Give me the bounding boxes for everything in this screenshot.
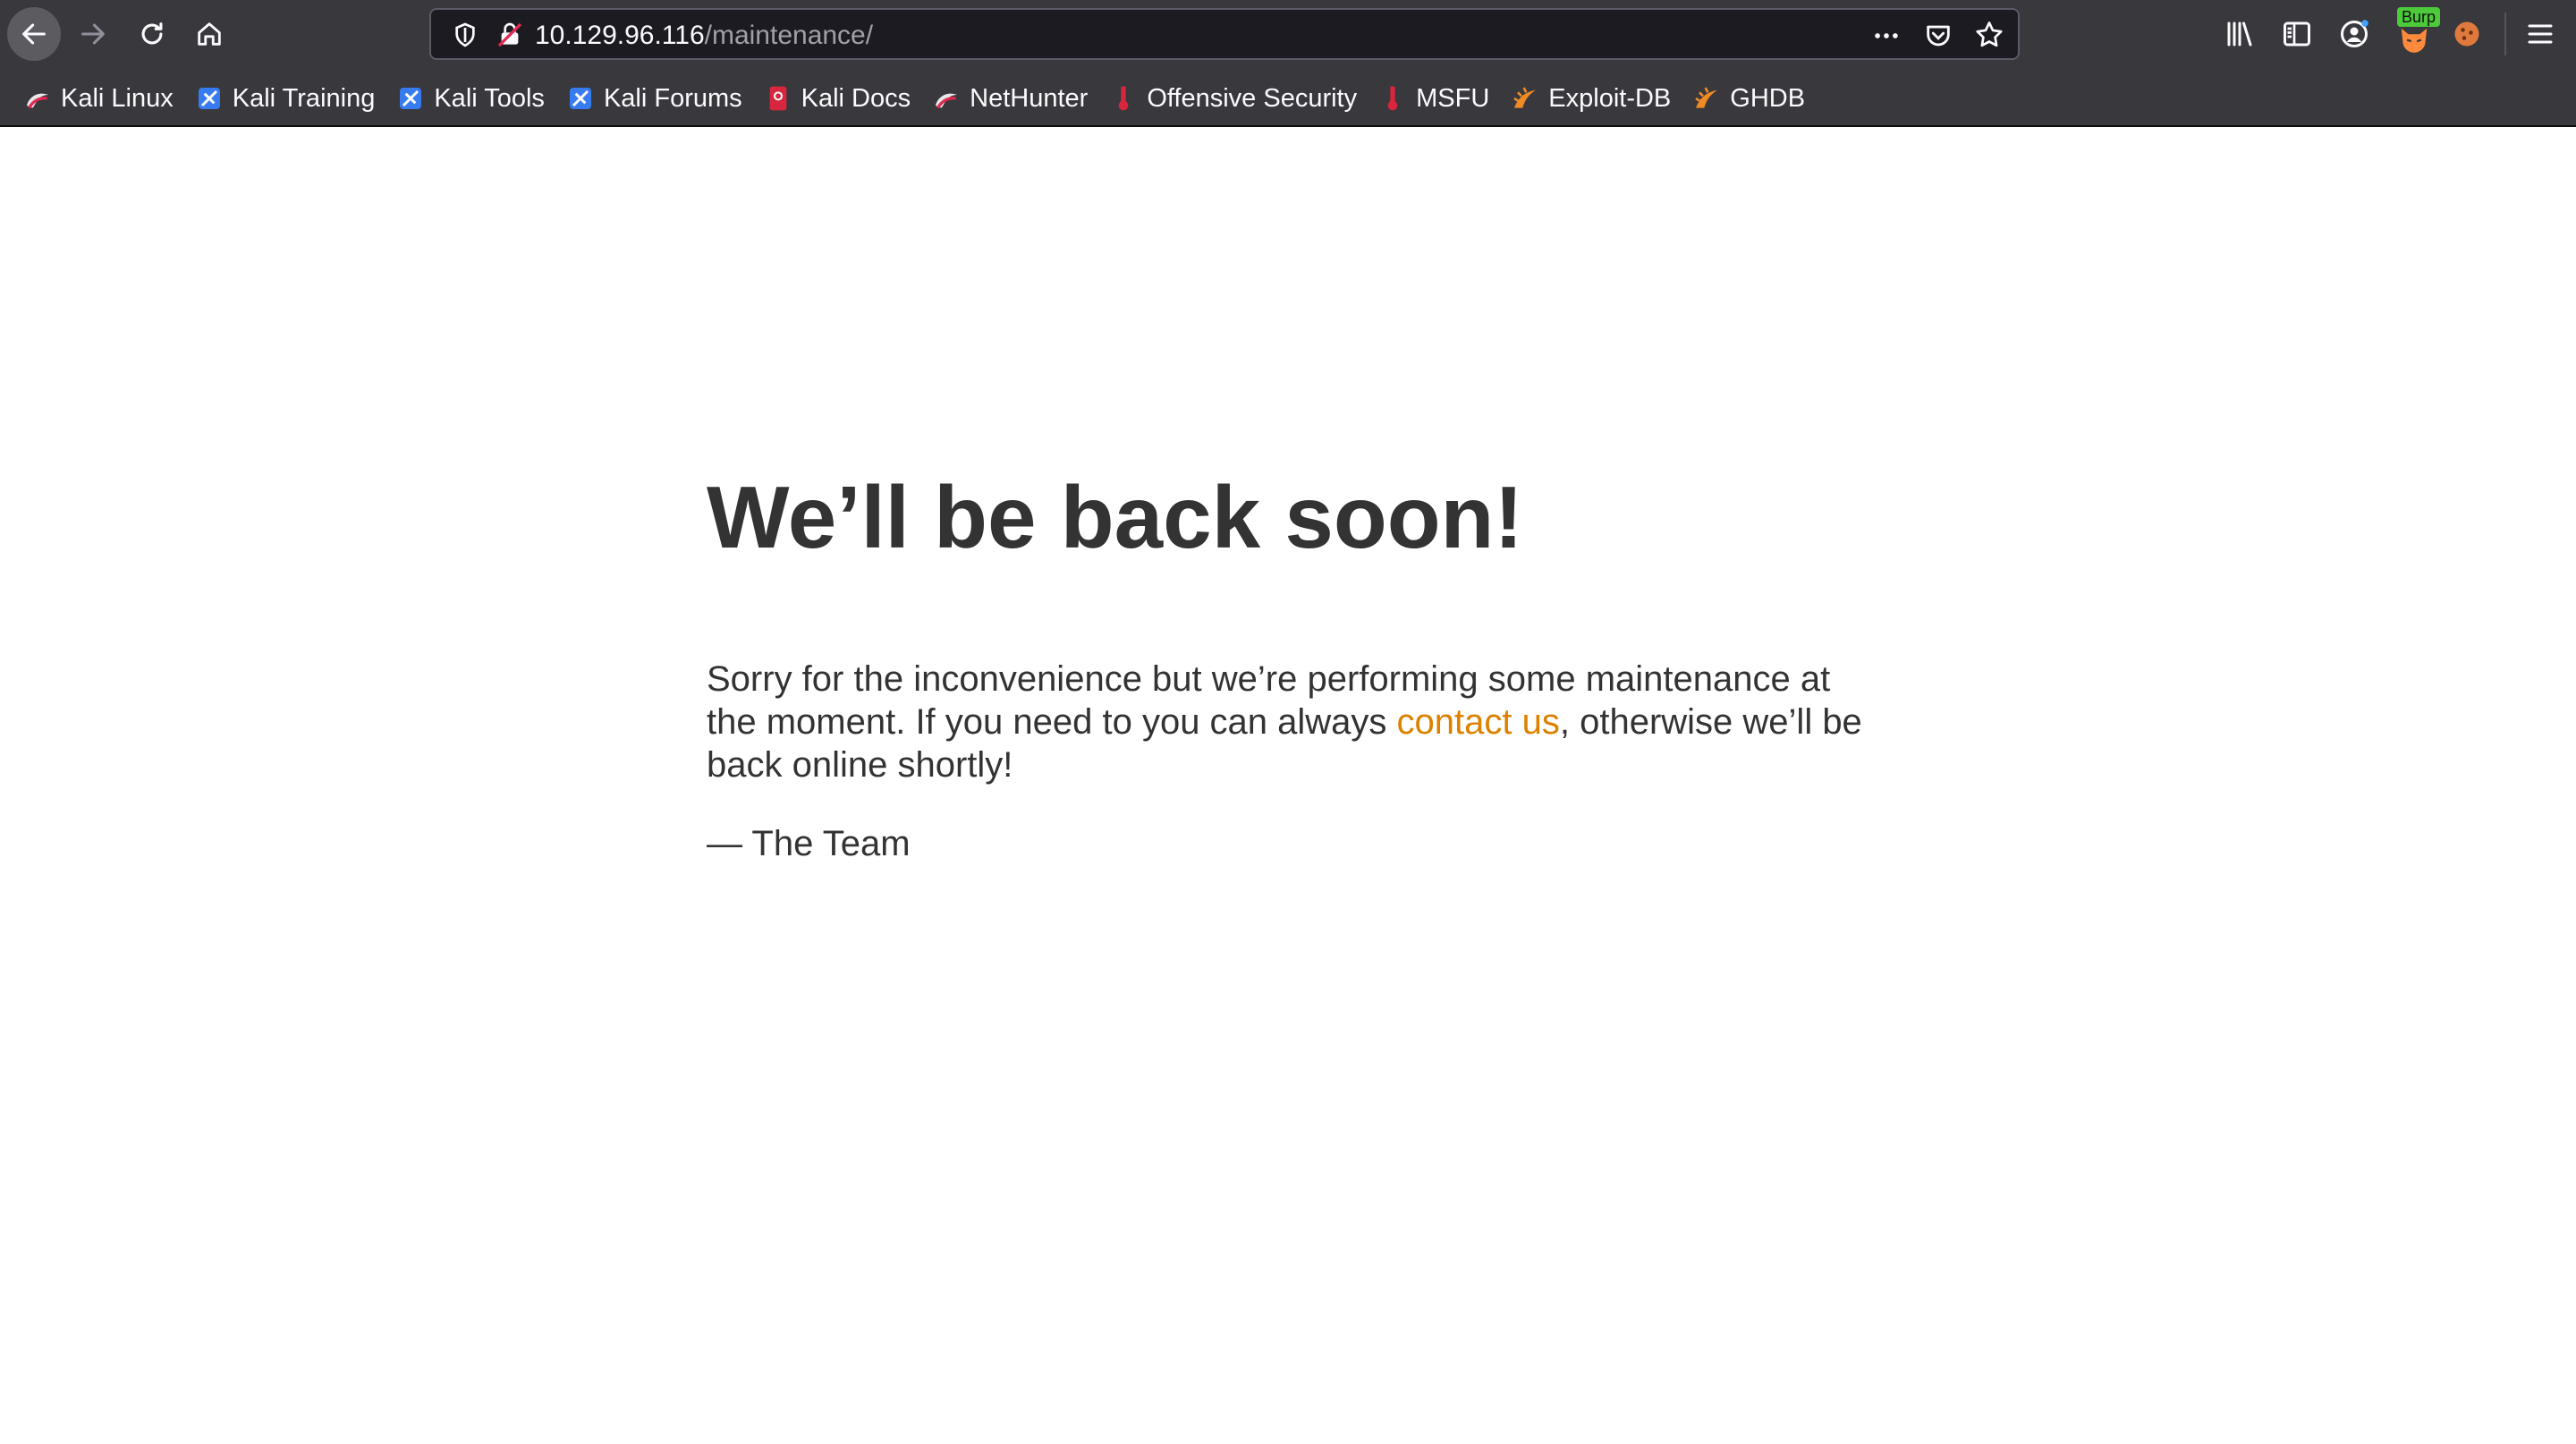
burp-badge: Burp — [2397, 7, 2441, 27]
home-icon — [198, 22, 221, 46]
bookmark-exploit-db[interactable]: Exploit-DB — [1504, 76, 1678, 121]
bookmark-kali-tools[interactable]: Kali Tools — [389, 76, 552, 121]
toolbar-separator — [2504, 13, 2506, 55]
bookmark-nethunter[interactable]: NetHunter — [925, 76, 1095, 121]
bookmark-label: GHDB — [1730, 83, 1806, 113]
insecure-lock-icon[interactable] — [496, 21, 524, 49]
pocket-icon[interactable] — [1923, 21, 1953, 51]
tracking-shield-icon[interactable] — [451, 21, 479, 49]
reload-button[interactable] — [125, 7, 179, 61]
arrow-left-icon — [22, 23, 46, 45]
url-path: /maintenance/ — [704, 21, 874, 50]
url-text[interactable]: 10.129.96.116/maintenance/ — [535, 21, 873, 51]
reload-icon — [141, 22, 163, 45]
signature: — The Team — [707, 823, 911, 863]
bookmark-offensive-security[interactable]: Offensive Security — [1102, 76, 1364, 121]
page-content: We’ll be back soon! Sorry for the inconv… — [0, 127, 2576, 1444]
bookmarks-toolbar: Kali Linux Kali Training Kali Tools Kali… — [0, 72, 2576, 125]
nethunter-icon — [936, 93, 958, 109]
forward-button[interactable] — [66, 7, 120, 61]
cookie-icon[interactable] — [2451, 18, 2483, 50]
bookmark-kali-linux[interactable]: Kali Linux — [16, 76, 181, 121]
kali-tools-icon — [400, 88, 422, 109]
kali-docs-icon — [769, 86, 786, 111]
bookmark-label: Kali Training — [232, 83, 376, 113]
bookmark-label: MSFU — [1416, 83, 1490, 113]
exploit-db-icon — [1513, 87, 1537, 108]
bookmark-msfu[interactable]: MSFU — [1371, 76, 1496, 121]
bookmark-star-icon[interactable] — [1973, 19, 2005, 51]
offsec-icon — [1118, 86, 1129, 111]
kali-dragon-icon — [27, 93, 48, 109]
contact-us-link[interactable]: contact us — [1397, 702, 1560, 742]
home-button[interactable] — [182, 7, 236, 61]
bookmark-label: Kali Docs — [801, 83, 911, 113]
bookmark-kali-forums[interactable]: Kali Forums — [559, 76, 750, 121]
bookmark-label: Exploit-DB — [1548, 83, 1672, 113]
url-bar[interactable]: 10.129.96.116/maintenance/ — [429, 8, 2020, 60]
ghdb-icon — [1695, 87, 1718, 108]
kali-training-icon — [198, 88, 220, 109]
bookmark-ghdb[interactable]: GHDB — [1685, 76, 1812, 121]
library-icon[interactable] — [2224, 18, 2256, 50]
back-button[interactable] — [7, 7, 61, 61]
bookmark-label: NetHunter — [970, 83, 1089, 113]
account-icon[interactable] — [2338, 18, 2370, 50]
bookmark-kali-docs[interactable]: Kali Docs — [757, 76, 919, 121]
navigation-toolbar: 10.129.96.116/maintenance/ Burp — [0, 0, 2576, 68]
maintenance-message: Sorry for the inconvenience but we’re pe… — [707, 658, 1869, 786]
bookmark-kali-training[interactable]: Kali Training — [188, 76, 383, 121]
bookmark-label: Kali Linux — [61, 83, 174, 113]
bookmark-label: Kali Tools — [434, 83, 545, 113]
page-title: We’ll be back soon! — [707, 468, 1524, 566]
maintenance-article: We’ll be back soon! Sorry for the inconv… — [707, 467, 1869, 865]
arrow-right-icon — [81, 23, 105, 45]
url-host: 10.129.96.116 — [535, 21, 705, 50]
sidebar-icon[interactable] — [2281, 18, 2313, 50]
more-options-icon[interactable] — [1871, 21, 1902, 51]
burp-extension-button[interactable]: Burp — [2388, 7, 2442, 61]
bookmark-label: Kali Forums — [603, 83, 742, 113]
kali-forums-icon — [569, 88, 591, 109]
browser-chrome: 10.129.96.116/maintenance/ Burp Kali Lin… — [0, 0, 2576, 127]
bookmark-label: Offensive Security — [1147, 83, 1358, 113]
hamburger-menu-icon[interactable] — [2524, 18, 2556, 50]
msfu-icon — [1387, 86, 1398, 111]
